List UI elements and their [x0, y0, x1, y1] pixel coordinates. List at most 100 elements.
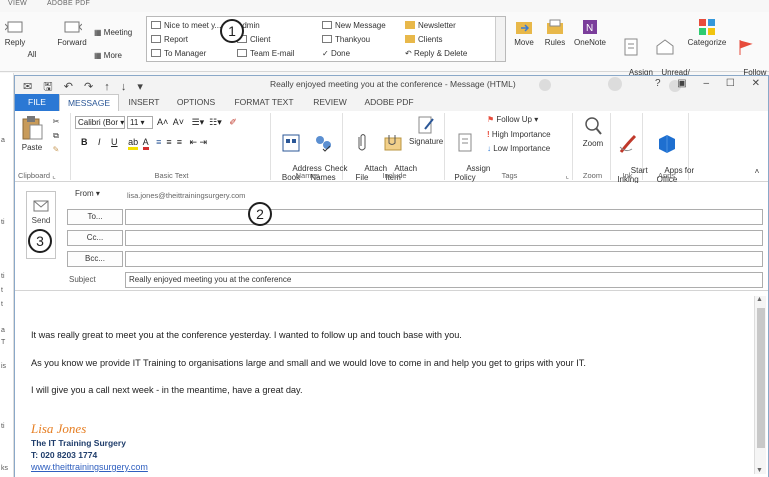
- apps-for-office-button[interactable]: Apps for Office: [647, 115, 694, 193]
- align-right-icon[interactable]: ≡: [177, 137, 182, 147]
- decrease-indent-icon[interactable]: ⇤: [189, 137, 197, 147]
- font-name-select[interactable]: Calibri (Bor ▾: [75, 116, 125, 129]
- signature-website-link[interactable]: www.theittrainingsurgery.com: [31, 462, 148, 472]
- list-item: ti: [1, 273, 5, 280]
- attach-item-icon: [384, 135, 402, 151]
- quick-step-thankyou[interactable]: Thankyou: [322, 34, 370, 46]
- tab-format-text[interactable]: FORMAT TEXT: [225, 94, 303, 111]
- scroll-down-icon[interactable]: ▼: [756, 467, 763, 474]
- align-center-icon[interactable]: ≡: [166, 137, 171, 147]
- bold-icon[interactable]: B: [81, 137, 88, 147]
- forward-label: Forward: [57, 38, 87, 47]
- message-body[interactable]: It was really great to meet you at the c…: [15, 292, 768, 477]
- dialog-launcher-icon[interactable]: ⌞: [52, 171, 56, 180]
- save-icon[interactable]: 🖫: [43, 81, 52, 93]
- start-inking-button[interactable]: Start Inking: [613, 115, 648, 193]
- grow-font-icon[interactable]: A˄: [157, 117, 168, 127]
- ribbon-display-button[interactable]: ▣: [677, 78, 686, 89]
- up-arrow-icon[interactable]: ↑: [104, 81, 110, 93]
- font-color-icon[interactable]: A: [142, 137, 149, 150]
- copy-icon[interactable]: ⧉: [49, 131, 63, 140]
- to-button[interactable]: To...: [67, 209, 123, 225]
- zoom-button[interactable]: Zoom: [577, 115, 609, 148]
- move-button[interactable]: Move: [512, 18, 536, 48]
- rules-button[interactable]: Rules: [542, 18, 568, 48]
- format-painter-icon[interactable]: ✎: [49, 145, 63, 154]
- dialog-launcher-icon[interactable]: ⌞: [565, 171, 569, 180]
- zoom-label: Zoom: [582, 139, 604, 148]
- tab-adobe-pdf[interactable]: ADOBE PDF: [47, 0, 90, 7]
- follow-up-label: Follow Up: [496, 115, 532, 124]
- meeting-icon: ▦: [94, 28, 104, 37]
- help-button[interactable]: ?: [655, 78, 661, 89]
- quick-step-new-message[interactable]: New Message: [322, 20, 386, 32]
- quick-steps-scrollbar[interactable]: [495, 17, 505, 61]
- move-folder-icon: [516, 22, 532, 34]
- redo-icon[interactable]: ↷: [84, 81, 93, 93]
- font-size-select[interactable]: 11 ▾: [127, 116, 153, 129]
- tab-file[interactable]: FILE: [15, 94, 59, 111]
- subject-field[interactable]: Really enjoyed meeting you at the confer…: [125, 272, 763, 288]
- highlight-icon[interactable]: ab: [128, 137, 139, 150]
- shrink-font-icon[interactable]: A˅: [173, 117, 184, 127]
- message-list-fragment: a ti ti t t a T is ti ks: [0, 73, 14, 477]
- quick-step-to-manager[interactable]: To Manager: [151, 48, 206, 60]
- maximize-button[interactable]: ☐: [726, 78, 735, 89]
- cc-field[interactable]: [125, 230, 763, 246]
- callout-3: 3: [28, 229, 52, 253]
- quick-step-clients[interactable]: Clients: [405, 34, 442, 46]
- categorize-button[interactable]: Categorize: [686, 18, 728, 48]
- numbering-icon[interactable]: ☷▾: [209, 117, 222, 127]
- quick-step-nice-to-meet[interactable]: Nice to meet y...: [151, 20, 221, 32]
- ribbon-tabs: FILE MESSAGE INSERT OPTIONS FORMAT TEXT …: [15, 94, 768, 111]
- onenote-button[interactable]: N OneNote: [572, 18, 608, 48]
- close-button[interactable]: ✕: [752, 78, 760, 89]
- scrollbar-thumb[interactable]: [757, 308, 765, 448]
- quick-step-reply-delete[interactable]: ↶ Reply & Delete: [405, 48, 467, 60]
- from-value: lisa.jones@theittrainingsurgery.com: [127, 191, 246, 200]
- tab-insert[interactable]: INSERT: [121, 94, 167, 111]
- clear-formatting-icon[interactable]: ✐: [229, 117, 237, 127]
- list-item: t: [1, 287, 3, 294]
- forward-button[interactable]: Forward: [54, 18, 90, 48]
- customize-toolbar-icon[interactable]: ▾: [137, 81, 143, 93]
- bcc-button[interactable]: Bcc...: [67, 251, 123, 267]
- low-importance-button[interactable]: ↓ Low Importance: [487, 144, 550, 153]
- tab-view[interactable]: VIEW: [8, 0, 27, 7]
- quick-step-newsletter[interactable]: Newsletter: [405, 20, 456, 32]
- collapse-ribbon-icon[interactable]: ˄: [752, 167, 762, 176]
- to-field[interactable]: [125, 209, 763, 225]
- more-button[interactable]: ▦ More: [94, 51, 140, 61]
- underline-icon[interactable]: U: [111, 137, 118, 147]
- quick-step-done[interactable]: ✓ Done: [322, 48, 350, 60]
- minimize-button[interactable]: –: [704, 78, 710, 89]
- paste-button[interactable]: Paste: [19, 115, 45, 152]
- high-importance-button[interactable]: ! High Importance: [487, 130, 551, 139]
- high-importance-label: High Importance: [491, 130, 551, 139]
- bullets-icon[interactable]: ☰▾: [192, 117, 205, 127]
- cc-button[interactable]: Cc...: [67, 230, 123, 246]
- tab-review[interactable]: REVIEW: [305, 94, 355, 111]
- scroll-up-icon[interactable]: ▲: [756, 296, 763, 303]
- undo-icon[interactable]: ↶: [64, 81, 73, 93]
- reply-all-label[interactable]: All: [22, 50, 42, 60]
- meeting-button[interactable]: ▦ Meeting: [94, 28, 140, 38]
- tab-message[interactable]: MESSAGE: [59, 94, 119, 111]
- follow-up-button[interactable]: ⚑ Follow Up ▾: [487, 115, 538, 124]
- align-left-icon[interactable]: ≡: [156, 137, 161, 147]
- body-scrollbar[interactable]: ▲ ▼: [754, 296, 766, 474]
- increase-indent-icon[interactable]: ⇥: [200, 137, 208, 147]
- tab-options[interactable]: OPTIONS: [169, 94, 223, 111]
- italic-icon[interactable]: I: [98, 137, 101, 147]
- down-arrow-icon[interactable]: ↓: [121, 81, 127, 93]
- signature-button[interactable]: Signature: [409, 115, 443, 146]
- quick-step-label: Team E-mail: [250, 49, 295, 58]
- cut-icon[interactable]: ✂: [49, 117, 63, 126]
- categorize-icon: [699, 19, 715, 35]
- reply-button[interactable]: Reply: [2, 18, 28, 48]
- tab-adobe-pdf[interactable]: ADOBE PDF: [357, 94, 421, 111]
- from-button[interactable]: From ▾: [67, 187, 123, 203]
- quick-step-report[interactable]: Report: [151, 34, 188, 46]
- bcc-field[interactable]: [125, 251, 763, 267]
- quick-step-team-email[interactable]: Team E-mail: [237, 48, 294, 60]
